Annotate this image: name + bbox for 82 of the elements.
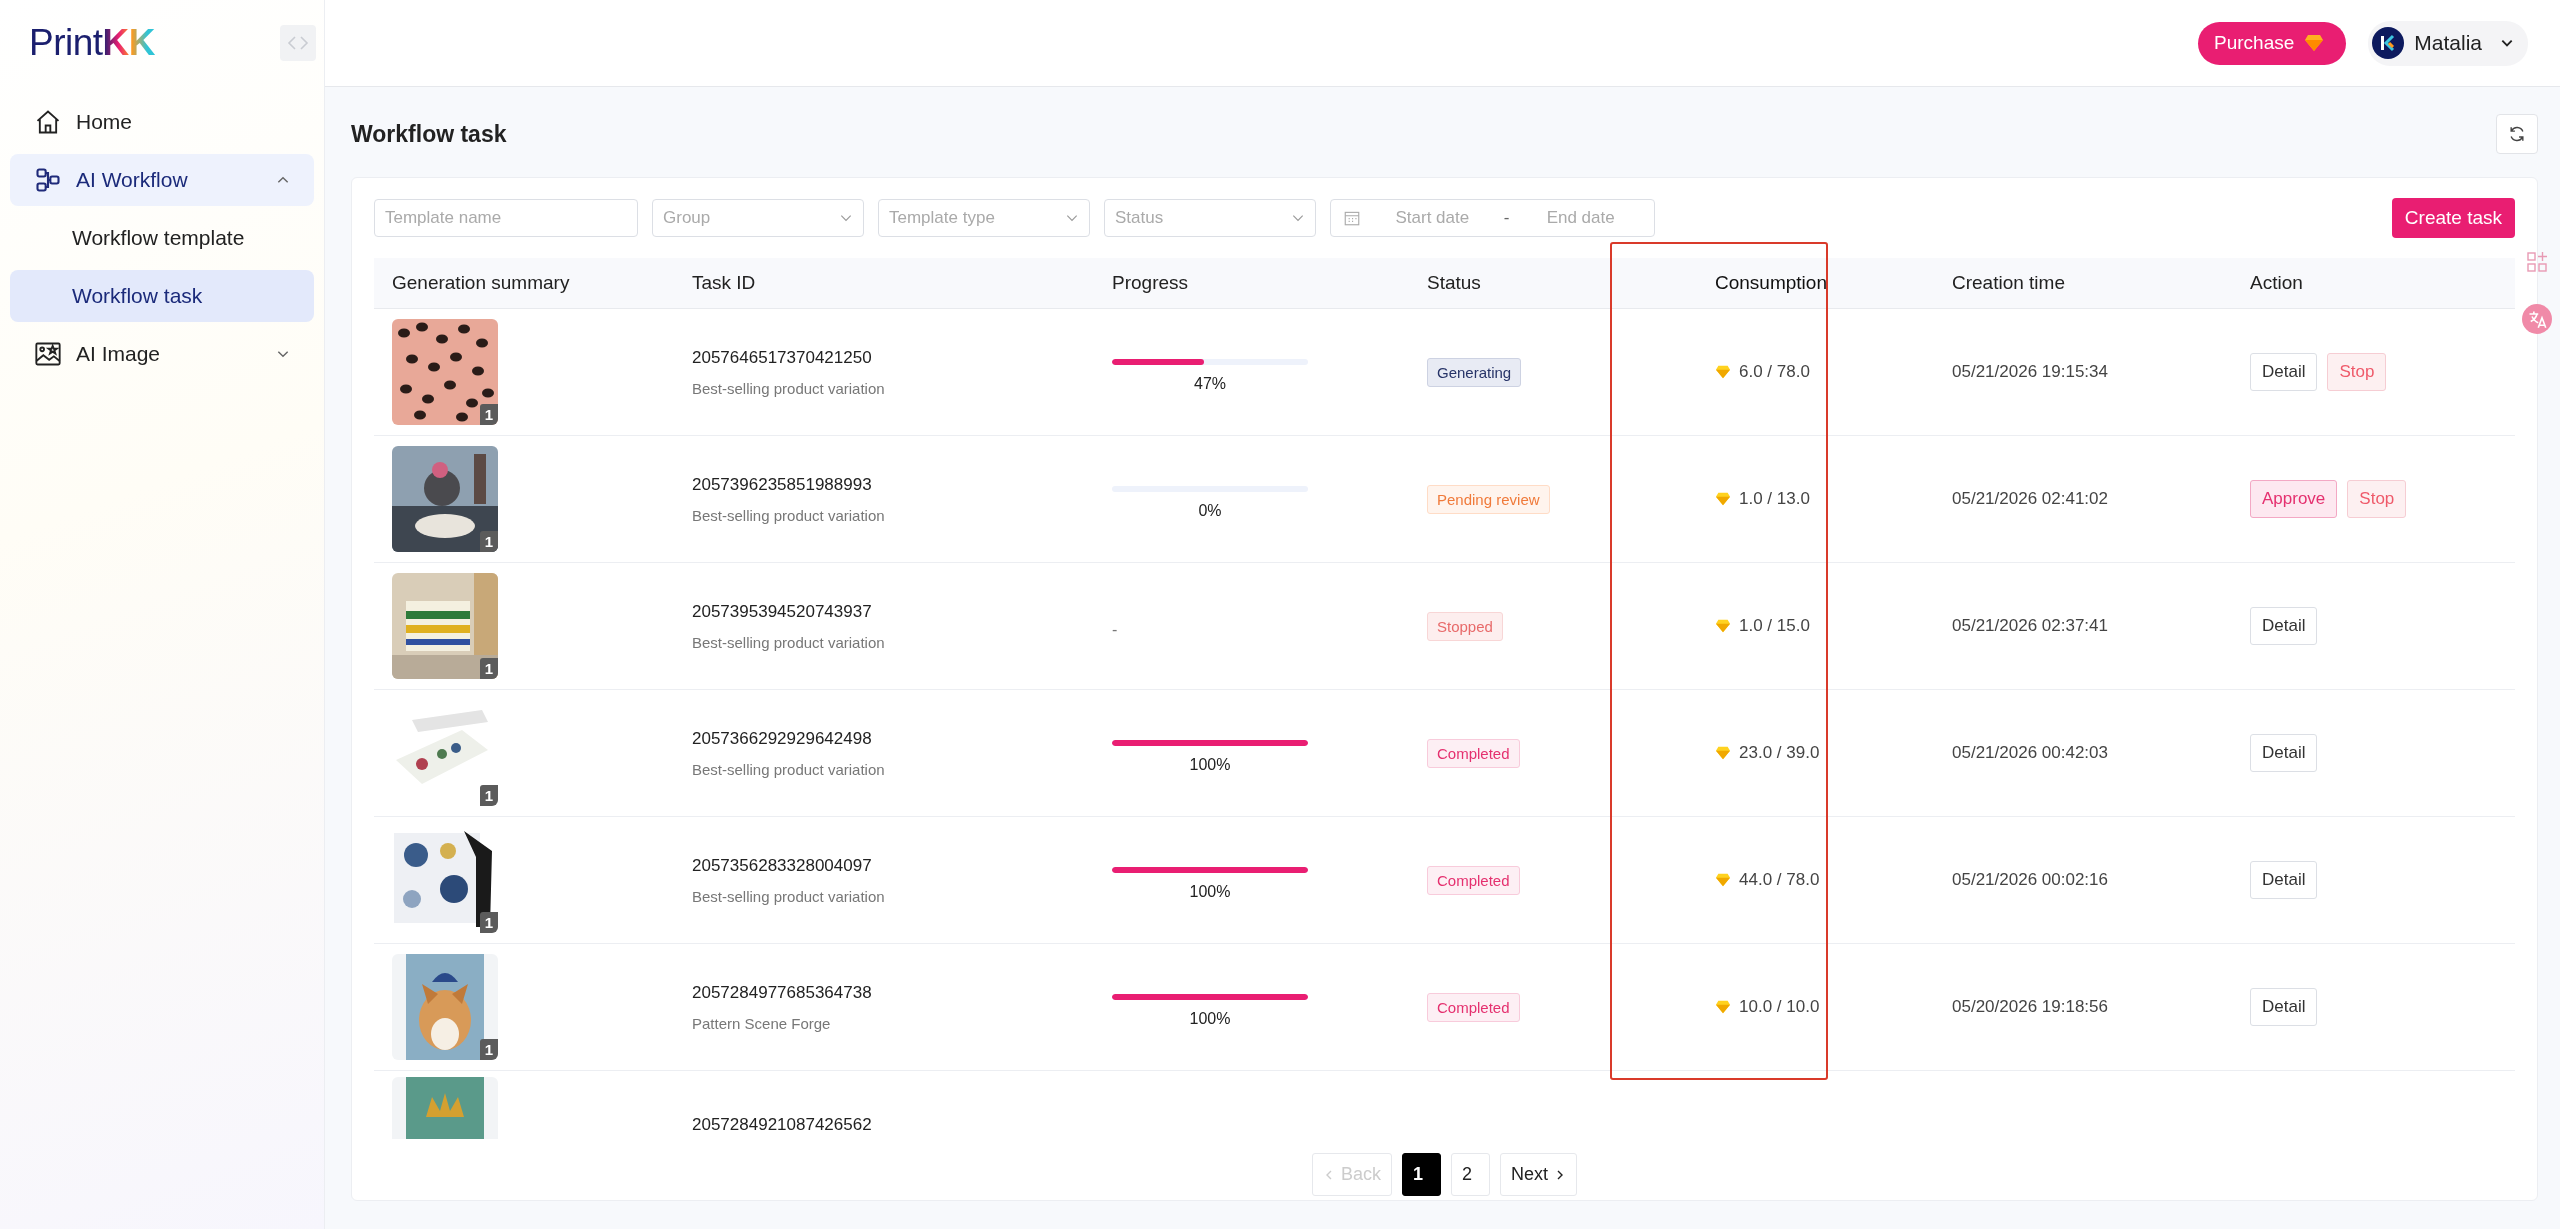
column-header: Task ID	[691, 271, 757, 295]
create-task-button[interactable]: Create task	[2391, 198, 2515, 238]
status-badge: Stopped	[1427, 611, 1503, 641]
refresh-icon	[2507, 124, 2527, 144]
diamond-icon	[1715, 746, 1731, 760]
task-id: 2057395394520743937	[692, 601, 872, 622]
avatar-icon	[2372, 27, 2405, 59]
template-name: Best-selling product variation	[692, 506, 885, 524]
sidebar-item[interactable]: AI Workflow	[10, 154, 314, 206]
column-header: Progress	[1111, 271, 1190, 295]
diamond-icon	[2304, 34, 2325, 52]
page-button[interactable]: 2	[1451, 1153, 1490, 1196]
home-icon	[34, 108, 62, 136]
diamond-icon	[1715, 873, 1731, 887]
column-header: Consumption	[1714, 271, 1828, 295]
column-header: Status	[1426, 271, 1482, 295]
task-id: 2057396235851988993	[692, 474, 872, 495]
creation-time: 05/20/2026 19:18:56	[1952, 997, 2108, 1017]
sidebar-subitem[interactable]: Workflow template	[10, 212, 314, 264]
creation-time: 05/21/2026 00:42:03	[1952, 743, 2108, 763]
diamond-icon	[1715, 1000, 1731, 1014]
next-button[interactable]: Next	[1500, 1153, 1577, 1196]
consumption-value: 1.0 / 15.0	[1739, 616, 1810, 636]
logo: PrintKK	[29, 22, 156, 64]
detail-button[interactable]: Detail	[2250, 353, 2318, 391]
status-badge: Pending review	[1427, 484, 1550, 514]
page-title: Workflow task	[351, 120, 507, 148]
page-button[interactable]: 1	[1402, 1153, 1441, 1196]
template-name: Best-selling product variation	[692, 379, 885, 397]
detail-button[interactable]: Detail	[2250, 861, 2318, 899]
task-id: 2057646517370421250	[692, 347, 872, 368]
image-icon	[34, 340, 62, 368]
task-id: 2057356283328004097	[692, 855, 872, 876]
workflow-icon	[34, 166, 62, 194]
consumption-value: 1.0 / 13.0	[1739, 489, 1810, 509]
sidebar-item[interactable]: Home	[10, 96, 314, 148]
template-name: Best-selling product variation	[692, 887, 885, 905]
status-badge: Generating	[1427, 357, 1522, 387]
consumption-value: 6.0 / 78.0	[1739, 362, 1810, 382]
collapse-icon[interactable]	[280, 25, 316, 61]
date-range-field[interactable]: Start date - End date	[1330, 199, 1655, 237]
sidebar-subitem[interactable]: Workflow task	[10, 270, 314, 322]
progress-reading: 47%	[1194, 375, 1226, 393]
creation-time: 05/21/2026 00:02:16	[1952, 870, 2108, 890]
creation-time: 05/21/2026 02:37:41	[1952, 616, 2108, 636]
diamond-icon	[1715, 365, 1731, 379]
progress-reading: 100%	[1189, 883, 1231, 901]
user-menu[interactable]: Matalia	[2368, 20, 2528, 66]
template-name: Best-selling product variation	[692, 760, 885, 778]
column-header: Generation summary	[391, 271, 571, 295]
creation-time: 05/21/2026 02:41:02	[1952, 489, 2108, 509]
diamond-icon	[1715, 492, 1731, 506]
detail-button[interactable]: Detail	[2250, 988, 2318, 1026]
diamond-icon	[1715, 619, 1731, 633]
apps-icon[interactable]	[2525, 250, 2549, 274]
progress-reading: 100%	[1189, 756, 1231, 774]
column-header: Creation time	[1951, 271, 2066, 295]
progress-reading: 100%	[1189, 1010, 1231, 1028]
consumption-value: 10.0 / 10.0	[1739, 997, 1820, 1017]
detail-button[interactable]: Detail	[2250, 734, 2318, 772]
refresh-button[interactable]	[2496, 114, 2538, 154]
detail-button[interactable]: Detail	[2250, 607, 2318, 645]
task-id: 2057284977685364738	[692, 982, 872, 1003]
status-badge: Completed	[1427, 865, 1520, 895]
approve-button[interactable]: Approve	[2250, 480, 2338, 518]
progress-reading: 0%	[1198, 502, 1222, 520]
template-name: Pattern Scene Forge	[692, 1014, 831, 1032]
translate-icon[interactable]	[2522, 304, 2552, 334]
purchase-button[interactable]: Purchase	[2198, 21, 2347, 65]
task-id: 2057284921087426562	[692, 1115, 872, 1135]
progress-reading: -	[1112, 621, 1118, 639]
status-badge: Completed	[1427, 992, 1520, 1022]
template-name: Best-selling product variation	[692, 633, 885, 651]
sidebar-item[interactable]: AI Image	[10, 328, 314, 380]
consumption-value: 44.0 / 78.0	[1739, 870, 1820, 890]
column-header: Action	[2249, 271, 2304, 295]
creation-time: 05/21/2026 19:15:34	[1952, 362, 2108, 382]
status-badge: Completed	[1427, 738, 1520, 768]
task-id: 2057366292929642498	[692, 728, 872, 749]
consumption-value: 23.0 / 39.0	[1739, 743, 1820, 763]
template-name-field[interactable]: Template name	[374, 199, 638, 237]
calendar-icon	[1343, 209, 1361, 227]
